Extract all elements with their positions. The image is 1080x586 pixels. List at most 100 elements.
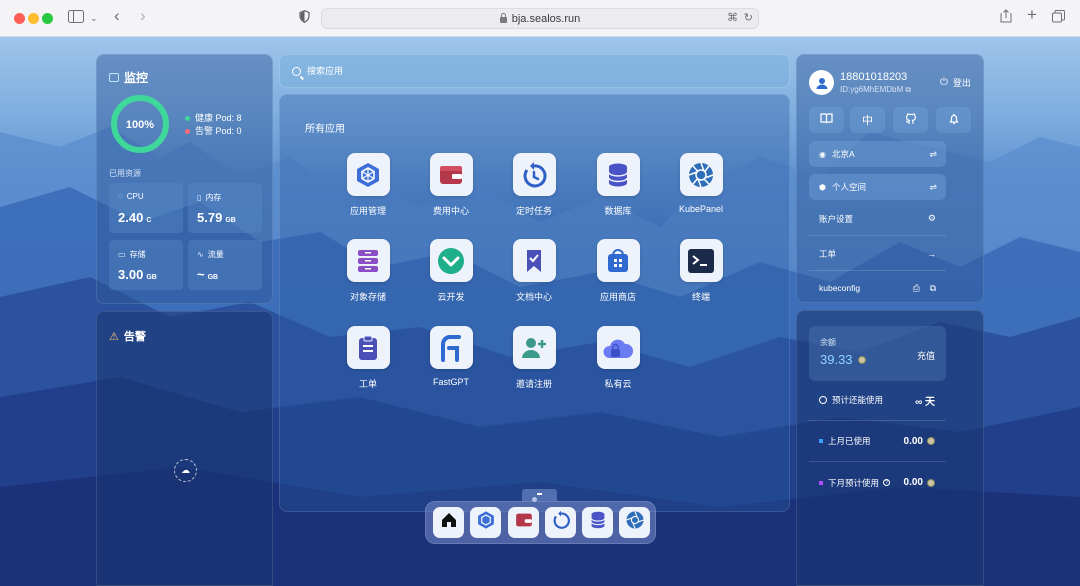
workspace-icon: ⬢: [819, 182, 826, 192]
traffic-card: ∿ 流量 ~ GB: [188, 240, 262, 290]
tab-overview-icon[interactable]: [1052, 9, 1065, 27]
app-kubepanel[interactable]: KubePanel: [659, 153, 743, 214]
privacy-shield-icon[interactable]: [299, 9, 310, 27]
app-app-management[interactable]: 应用管理: [326, 153, 410, 217]
account-settings-label: 账户设置: [819, 213, 854, 224]
app-label: 应用管理: [349, 206, 386, 216]
storage-unit: GB: [146, 274, 157, 281]
back-icon[interactable]: ‹: [114, 7, 120, 25]
kubeconfig-label: kubeconfig: [819, 283, 861, 293]
dock-app-management[interactable]: [470, 507, 501, 538]
app-cron[interactable]: 定时任务: [492, 153, 576, 217]
workspace-select[interactable]: ⬢ 个人空间 ⇌: [809, 174, 946, 200]
app-database[interactable]: 数据库: [576, 153, 660, 217]
cpu-value: 2.40: [118, 210, 144, 225]
sidebar-toggle-icon[interactable]: [68, 9, 84, 27]
account-id[interactable]: ID:yg6MhEMDbM ⧉: [840, 85, 911, 95]
app-private-cloud[interactable]: 私有云: [576, 326, 660, 390]
last-month-label: 上月已使用: [828, 436, 871, 446]
book-icon: [820, 113, 833, 127]
memory-card: ▯ 内存 5.79 GB: [188, 183, 262, 233]
ticket-label: 工单: [819, 248, 837, 259]
last-month-marker: [819, 439, 823, 443]
docs-button[interactable]: [809, 107, 844, 133]
ticket-row[interactable]: 工单 →: [809, 237, 946, 271]
user-icon: [816, 77, 827, 89]
cron-icon: [551, 510, 571, 535]
download-icon[interactable]: ⎙: [913, 283, 920, 294]
chevron-down-icon[interactable]: ⌄: [90, 9, 98, 27]
traffic-value: ~: [197, 267, 205, 282]
language-button[interactable]: 中: [850, 107, 885, 133]
minimize-window-button[interactable]: [28, 13, 39, 24]
app-label: 终端: [691, 292, 710, 302]
url-text: bja.sealos.run: [511, 12, 581, 25]
cron-icon: [512, 153, 556, 196]
search-input[interactable]: [307, 66, 707, 76]
github-button[interactable]: [893, 107, 928, 133]
cpu-label: CPU: [126, 192, 144, 201]
app-label: 定时任务: [515, 206, 552, 216]
app-label: 工单: [358, 379, 377, 389]
object-storage-icon: [346, 239, 390, 282]
copy-icon[interactable]: ⧉: [930, 283, 936, 294]
reload-icon[interactable]: ↻: [744, 11, 753, 24]
dock-cron[interactable]: [545, 507, 576, 538]
memory-unit: GB: [225, 217, 236, 224]
terminal-icon: [679, 239, 723, 282]
region-select[interactable]: ◉ 北京A ⇌: [809, 141, 946, 167]
next-month-marker: [819, 480, 823, 485]
all-apps-title: 所有应用: [305, 124, 345, 135]
new-tab-icon[interactable]: +: [1027, 6, 1037, 24]
translate-icon[interactable]: ⌘: [727, 11, 738, 24]
address-bar[interactable]: bja.sealos.run ⌘ ↻: [321, 8, 759, 29]
app-app-store[interactable]: 应用商店: [576, 239, 660, 303]
app-invite[interactable]: 邀请注册: [492, 326, 576, 390]
dock-kubepanel[interactable]: [619, 507, 650, 538]
traffic-label: 流量: [207, 250, 224, 259]
logout-button[interactable]: ⏻ 登出: [940, 76, 971, 89]
app-object-storage[interactable]: 对象存储: [326, 239, 410, 303]
app-label: 数据库: [604, 206, 632, 216]
share-icon[interactable]: [1000, 9, 1012, 27]
kubepanel-icon: [625, 510, 645, 535]
copy-icon[interactable]: ⧉: [905, 85, 911, 94]
memory-value: 5.79: [197, 210, 223, 225]
home-icon: [440, 511, 458, 534]
wallet-icon: [514, 510, 534, 535]
dock-database[interactable]: [582, 507, 613, 538]
memory-label: 内存: [205, 193, 222, 202]
app-billing[interactable]: 费用中心: [409, 153, 493, 217]
app-cloud-dev[interactable]: 云开发: [409, 239, 493, 303]
app-management-icon: [476, 510, 496, 535]
dock-billing[interactable]: [508, 507, 539, 538]
alerts-title-text: 告警: [123, 331, 146, 343]
zoom-window-button[interactable]: [42, 13, 53, 24]
cpu-unit: C: [146, 217, 152, 224]
fastgpt-icon: [429, 326, 473, 369]
dock-handle[interactable]: [522, 489, 557, 501]
app-label: 费用中心: [432, 206, 469, 216]
kubeconfig-row: kubeconfig ⎙ ⧉: [809, 271, 946, 305]
balance-value: 39.33: [820, 352, 853, 367]
app-ticket[interactable]: 工单: [326, 326, 410, 390]
help-icon[interactable]: ?: [883, 479, 891, 486]
notifications-button[interactable]: [936, 107, 971, 133]
app-fastgpt[interactable]: FastGPT: [409, 326, 493, 387]
avatar[interactable]: [809, 70, 834, 95]
account-id-text: ID:yg6MhEMDbM: [840, 85, 904, 94]
app-terminal[interactable]: 终端: [659, 239, 743, 303]
app-search[interactable]: [279, 54, 790, 88]
github-icon: [905, 112, 917, 128]
estimate-row: 预计还能使用 ∞ 天: [809, 380, 946, 421]
ticket-icon: [346, 326, 390, 369]
close-window-button[interactable]: [14, 13, 25, 24]
account-settings-row[interactable]: 账户设置 ⚙: [809, 202, 946, 236]
gear-icon: ⚙: [927, 213, 936, 223]
topup-button[interactable]: 充值: [917, 349, 935, 362]
warning-icon: ⚠: [109, 330, 119, 343]
forward-icon[interactable]: ›: [140, 7, 146, 25]
dock-home[interactable]: [433, 507, 464, 538]
app-docs[interactable]: 文档中心: [492, 239, 576, 303]
app-label: 应用商店: [599, 292, 636, 302]
